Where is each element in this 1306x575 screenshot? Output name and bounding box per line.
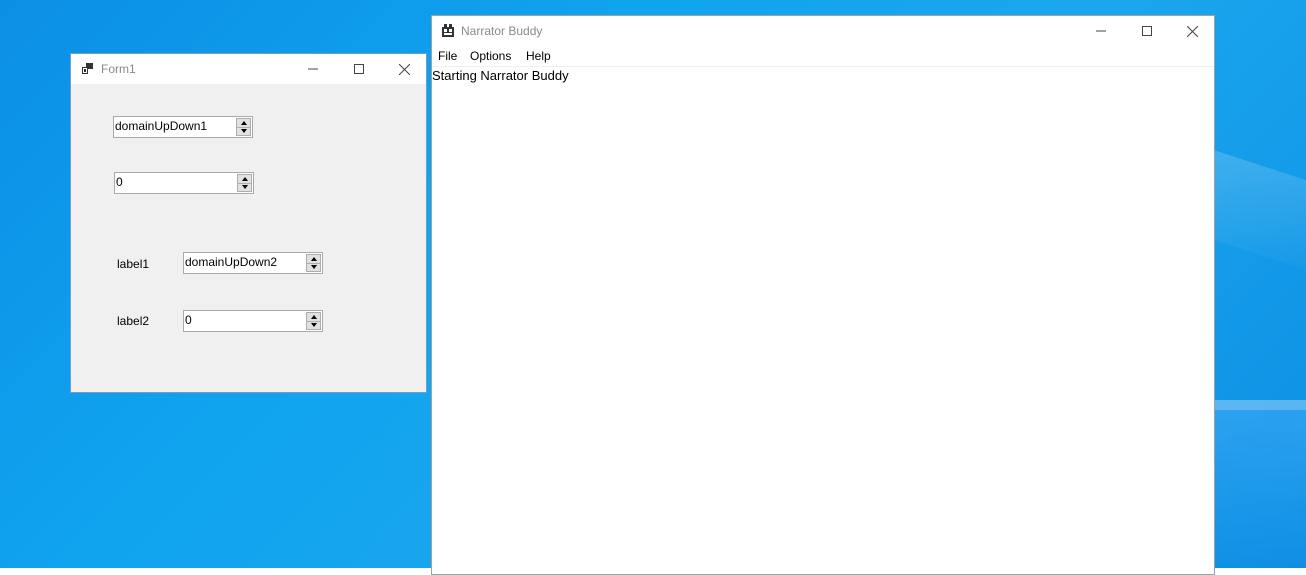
domain-updown-1-up-button[interactable] <box>236 118 251 128</box>
label2: label2 <box>117 314 150 328</box>
maximize-icon <box>1142 26 1152 36</box>
wallpaper-light-band <box>1215 400 1306 410</box>
form1-titlebar[interactable]: Form1 <box>71 54 426 84</box>
arrow-down-icon <box>241 185 248 190</box>
narrator-buddy-title: Narrator Buddy <box>461 24 543 38</box>
minimize-icon <box>1096 30 1106 32</box>
menu-file[interactable]: File <box>438 49 457 63</box>
menu-bar: File Options Help <box>432 46 1214 67</box>
arrow-up-icon <box>240 120 247 125</box>
narrator-buddy-close-button[interactable] <box>1169 16 1215 46</box>
numeric-updown-2[interactable]: 0 <box>183 310 323 332</box>
form1-title: Form1 <box>101 62 136 76</box>
arrow-down-icon <box>310 323 317 328</box>
maximize-icon <box>354 64 364 74</box>
form1-maximize-button[interactable] <box>336 54 382 84</box>
log-output: Starting Narrator Buddy <box>432 68 569 83</box>
app-icon <box>442 24 454 37</box>
numeric-updown-1[interactable]: 0 <box>114 172 254 194</box>
wallpaper-light-streak <box>1215 150 1306 280</box>
arrow-up-icon <box>310 256 317 261</box>
arrow-down-icon <box>240 129 247 134</box>
menu-help[interactable]: Help <box>526 49 551 63</box>
numeric-updown-1-down-button[interactable] <box>237 183 252 192</box>
numeric-updown-1-spinner <box>237 174 252 192</box>
domain-updown-1-down-button[interactable] <box>236 127 251 136</box>
form1-minimize-button[interactable] <box>290 54 336 84</box>
domain-updown-2[interactable]: domainUpDown2 <box>183 252 323 274</box>
domain-updown-1-value[interactable]: domainUpDown1 <box>115 119 207 133</box>
numeric-updown-2-value[interactable]: 0 <box>185 313 192 327</box>
arrow-up-icon <box>310 314 317 319</box>
numeric-updown-1-value[interactable]: 0 <box>116 175 123 189</box>
domain-updown-2-down-button[interactable] <box>306 263 321 272</box>
domain-updown-1[interactable]: domainUpDown1 <box>113 116 253 138</box>
narrator-buddy-titlebar[interactable]: Narrator Buddy <box>432 16 1214 46</box>
close-icon <box>1186 25 1198 37</box>
domain-updown-1-spinner <box>236 118 251 136</box>
arrow-down-icon <box>310 265 317 270</box>
numeric-updown-2-up-button[interactable] <box>306 312 321 322</box>
numeric-updown-1-up-button[interactable] <box>237 174 252 184</box>
close-icon <box>398 63 410 75</box>
menu-options[interactable]: Options <box>470 49 511 63</box>
domain-updown-2-spinner <box>306 254 321 272</box>
domain-updown-2-value[interactable]: domainUpDown2 <box>185 255 277 269</box>
domain-updown-2-up-button[interactable] <box>306 254 321 264</box>
form-app-icon <box>82 63 93 74</box>
numeric-updown-2-down-button[interactable] <box>306 321 321 330</box>
form1-window: Form1 domainUpDown1 0 label1 domainUpDow… <box>70 53 427 393</box>
arrow-up-icon <box>241 176 248 181</box>
narrator-buddy-maximize-button[interactable] <box>1124 16 1170 46</box>
wallpaper-pane <box>1215 410 1306 568</box>
minimize-icon <box>308 68 318 70</box>
label1: label1 <box>117 257 150 271</box>
narrator-buddy-window: Narrator Buddy File Options Help Startin… <box>431 15 1215 575</box>
narrator-buddy-minimize-button[interactable] <box>1078 16 1124 46</box>
numeric-updown-2-spinner <box>306 312 321 330</box>
form1-close-button[interactable] <box>381 54 427 84</box>
